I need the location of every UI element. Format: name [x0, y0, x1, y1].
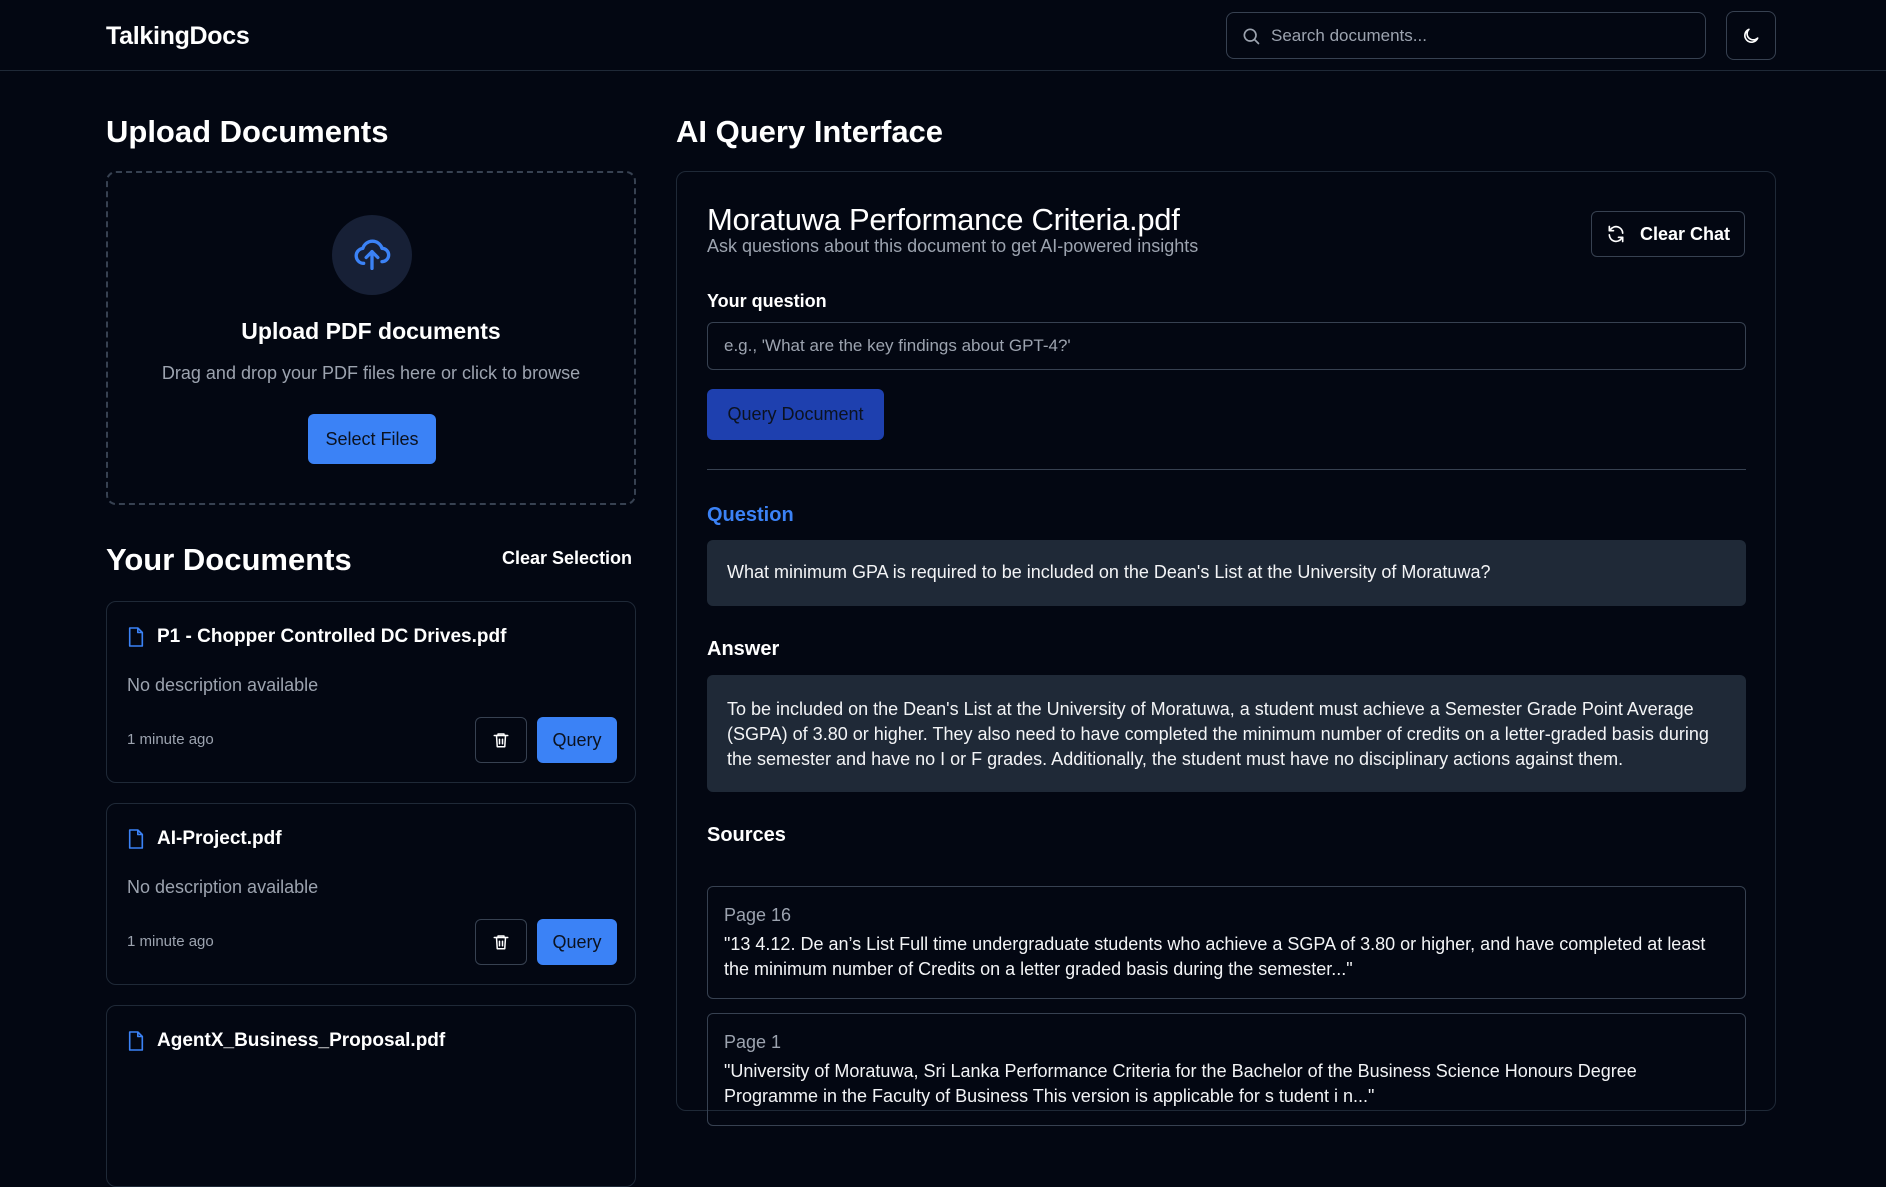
- delete-document-button[interactable]: [475, 919, 527, 965]
- top-bar: TalkingDocs: [0, 0, 1886, 71]
- document-card[interactable]: AgentX_Business_Proposal.pdf: [106, 1005, 636, 1187]
- clear-chat-label: Clear Chat: [1639, 223, 1731, 244]
- cloud-upload-icon: [354, 239, 391, 270]
- question-text: What minimum GPA is required to be inclu…: [727, 562, 1491, 582]
- document-timestamp: 1 minute ago: [127, 731, 214, 748]
- moon-icon: [1744, 28, 1759, 43]
- answer-text: To be included on the Dean's List at the…: [727, 699, 1709, 769]
- source-card: Page 16 "13 4.12. De an’s List Full time…: [707, 886, 1746, 999]
- file-icon: [128, 829, 144, 849]
- clear-selection-button[interactable]: Clear Selection: [502, 548, 632, 569]
- answer-box: To be included on the Dean's List at the…: [707, 675, 1746, 792]
- refresh-icon: [1608, 225, 1624, 243]
- question-heading: Question: [707, 504, 794, 526]
- upload-section-title: Upload Documents: [106, 114, 389, 149]
- document-name: AgentX_Business_Proposal.pdf: [157, 1030, 446, 1051]
- source-page: Page 16: [724, 905, 792, 925]
- upload-dropzone[interactable]: Upload PDF documents Drag and drop your …: [106, 171, 636, 505]
- search-box[interactable]: [1226, 12, 1706, 59]
- upload-title: Upload PDF documents: [241, 318, 501, 344]
- document-name: P1 - Chopper Controlled DC Drives.pdf: [157, 626, 507, 647]
- search-icon: [1243, 28, 1260, 44]
- question-input[interactable]: [707, 322, 1746, 370]
- selected-document-title: Moratuwa Performance Criteria.pdf: [707, 202, 1180, 237]
- source-card: Page 1 "University of Moratuwa, Sri Lank…: [707, 1013, 1746, 1126]
- question-box: What minimum GPA is required to be inclu…: [707, 540, 1746, 606]
- query-document-button[interactable]: Query: [537, 919, 617, 965]
- brand-logo[interactable]: TalkingDocs: [106, 22, 250, 51]
- theme-toggle-button[interactable]: [1726, 11, 1776, 60]
- query-document-submit-button[interactable]: Query Document: [707, 389, 884, 440]
- select-files-button[interactable]: Select Files: [308, 414, 436, 464]
- documents-section-title: Your Documents: [106, 542, 352, 577]
- source-page: Page 1: [724, 1032, 782, 1052]
- query-document-button[interactable]: Query: [537, 717, 617, 763]
- source-text: "13 4.12. De an’s List Full time undergr…: [724, 934, 1706, 979]
- delete-document-button[interactable]: [475, 717, 527, 763]
- document-description: No description available: [127, 877, 319, 897]
- query-section-title: AI Query Interface: [676, 114, 944, 149]
- question-field-label: Your question: [707, 291, 827, 311]
- document-card[interactable]: P1 - Chopper Controlled DC Drives.pdf No…: [106, 601, 636, 783]
- query-panel: Moratuwa Performance Criteria.pdf Ask qu…: [676, 171, 1776, 1126]
- divider: [707, 469, 1746, 470]
- file-icon: [128, 627, 144, 647]
- search-input[interactable]: [1271, 25, 1691, 46]
- document-description: No description available: [127, 675, 319, 695]
- selected-document-subtitle: Ask questions about this document to get…: [707, 236, 1199, 256]
- trash-icon: [493, 733, 509, 748]
- trash-icon: [493, 935, 509, 950]
- source-text: "University of Moratuwa, Sri Lanka Perfo…: [724, 1061, 1637, 1106]
- clear-chat-button[interactable]: Clear Chat: [1591, 211, 1745, 257]
- answer-heading: Answer: [707, 638, 780, 660]
- document-name: AI-Project.pdf: [157, 828, 282, 849]
- upload-icon-circle: [332, 215, 412, 295]
- upload-subtitle: Drag and drop your PDF files here or cli…: [161, 363, 581, 383]
- document-card[interactable]: AI-Project.pdf No description available …: [106, 803, 636, 985]
- document-timestamp: 1 minute ago: [127, 933, 214, 950]
- file-icon: [128, 1031, 144, 1051]
- sources-heading: Sources: [707, 824, 786, 846]
